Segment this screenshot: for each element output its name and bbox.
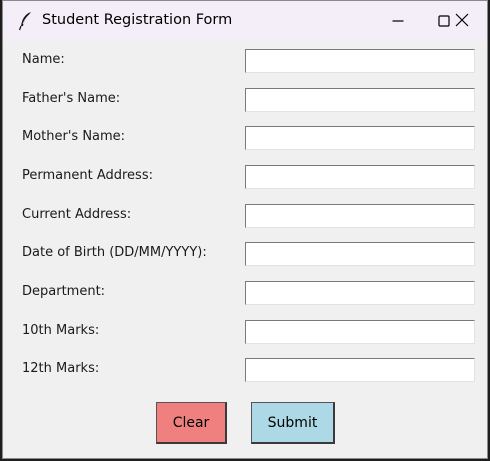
mother-name-label: Mother's Name: <box>22 129 126 144</box>
date-of-birth-label: Date of Birth (DD/MM/YYYY): <box>22 245 207 260</box>
close-icon <box>455 12 469 31</box>
title-bar[interactable]: Student Registration Form <box>3 1 487 41</box>
form-row-current-address: Current Address: <box>3 204 487 228</box>
minimize-button[interactable] <box>375 1 421 41</box>
form-row-mother-name: Mother's Name: <box>3 126 487 150</box>
submit-button[interactable]: Submit <box>251 402 335 444</box>
date-of-birth-input[interactable] <box>245 242 475 266</box>
clear-button[interactable]: Clear <box>156 402 227 444</box>
form-row-12th-marks: 12th Marks: <box>3 358 487 382</box>
close-button[interactable] <box>437 1 487 41</box>
10th-marks-label: 10th Marks: <box>22 323 100 338</box>
department-input[interactable] <box>245 281 475 305</box>
permanent-address-input[interactable] <box>245 165 475 189</box>
father-name-label: Father's Name: <box>22 91 121 106</box>
form-row-permanent-address: Permanent Address: <box>3 165 487 189</box>
12th-marks-input[interactable] <box>245 358 475 382</box>
form-row-10th-marks: 10th Marks: <box>3 320 487 344</box>
mother-name-input[interactable] <box>245 126 475 150</box>
form-row-date-of-birth: Date of Birth (DD/MM/YYYY): <box>3 242 487 266</box>
current-address-input[interactable] <box>245 204 475 228</box>
12th-marks-label: 12th Marks: <box>22 361 100 376</box>
10th-marks-input[interactable] <box>245 320 475 344</box>
registration-window: Student Registration Form Name: Father's… <box>2 0 488 459</box>
form-row-name: Name: <box>3 49 487 73</box>
form-row-department: Department: <box>3 281 487 305</box>
name-label: Name: <box>22 52 65 67</box>
name-input[interactable] <box>245 49 475 73</box>
form-row-father-name: Father's Name: <box>3 88 487 112</box>
department-label: Department: <box>22 284 106 299</box>
permanent-address-label: Permanent Address: <box>22 168 153 183</box>
window-title: Student Registration Form <box>42 12 233 28</box>
feather-icon <box>18 11 34 31</box>
current-address-label: Current Address: <box>22 207 132 222</box>
minimize-icon <box>392 12 404 31</box>
father-name-input[interactable] <box>245 88 475 112</box>
